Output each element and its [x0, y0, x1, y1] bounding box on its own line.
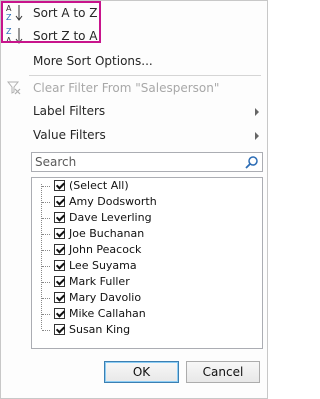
menu-separator: [29, 75, 261, 76]
label-filters-label: Label Filters: [33, 104, 106, 118]
checklist-item-label: Lee Suyama: [69, 259, 137, 272]
checklist-item-label: Mike Callahan: [69, 307, 146, 320]
checklist-item-label: Mary Davolio: [69, 291, 142, 304]
search-icon: [245, 156, 258, 169]
filter-dropdown-menu: A Z Sort A to Z Z A Sort Z to A More Sor…: [0, 0, 268, 399]
sort-descending-icon: Z A: [6, 27, 23, 45]
checklist-item-label: Mark Fuller: [69, 275, 130, 288]
checkbox-checked[interactable]: [54, 228, 65, 239]
search-input[interactable]: [31, 152, 263, 172]
more-sort-options-label: More Sort Options...: [33, 54, 153, 68]
sort-z-to-a-item[interactable]: Z A Sort Z to A: [1, 25, 267, 47]
checklist-item-label: Dave Leverling: [69, 211, 152, 224]
clear-filter-label: Clear Filter From "Salesperson": [33, 81, 220, 95]
sort-a-to-z-label: Sort A to Z: [33, 6, 98, 20]
svg-text:Z: Z: [6, 13, 12, 22]
svg-text:Z: Z: [6, 27, 12, 36]
sort-ascending-icon: A Z: [6, 4, 23, 22]
checklist-item-label: Susan King: [69, 323, 131, 336]
checkbox-checked[interactable]: [54, 324, 65, 335]
more-sort-options-item[interactable]: More Sort Options...: [1, 50, 267, 72]
checkbox-checked[interactable]: [54, 196, 65, 207]
checklist-item[interactable]: Lee Suyama: [41, 258, 241, 274]
checklist-item[interactable]: Amy Dodsworth: [41, 194, 241, 210]
clear-filter-item: Clear Filter From "Salesperson": [1, 77, 267, 99]
checklist-item[interactable]: Joe Buchanan: [41, 226, 241, 242]
checklist-item-label: John Peacock: [69, 243, 142, 256]
checklist-item[interactable]: Mike Callahan: [41, 306, 241, 322]
checklist-item[interactable]: John Peacock: [41, 242, 241, 258]
ok-button[interactable]: OK: [104, 361, 179, 383]
sort-a-to-z-item[interactable]: A Z Sort A to Z: [1, 2, 267, 24]
sort-z-to-a-label: Sort Z to A: [33, 29, 98, 43]
checkbox-checked[interactable]: [54, 244, 65, 255]
label-filters-item[interactable]: Label Filters: [1, 100, 267, 122]
checkbox-checked[interactable]: [54, 276, 65, 287]
checkbox-checked[interactable]: [54, 292, 65, 303]
cancel-button[interactable]: Cancel: [186, 361, 260, 383]
checklist-item-select-all[interactable]: (Select All): [41, 178, 241, 194]
checklist-item-label: (Select All): [69, 179, 129, 192]
submenu-arrow-icon: [255, 132, 259, 140]
checklist-item-label: Joe Buchanan: [69, 227, 145, 240]
checklist-item[interactable]: Mark Fuller: [41, 274, 241, 290]
checkbox-checked[interactable]: [54, 260, 65, 271]
value-filters-item[interactable]: Value Filters: [1, 124, 267, 146]
value-filters-label: Value Filters: [33, 128, 106, 142]
checklist-item[interactable]: Dave Leverling: [41, 210, 241, 226]
submenu-arrow-icon: [255, 108, 259, 116]
clear-filter-icon: [7, 81, 21, 95]
checklist-item[interactable]: Susan King: [41, 322, 241, 338]
checkbox-checked[interactable]: [54, 212, 65, 223]
svg-text:A: A: [6, 4, 12, 13]
checklist-item-label: Amy Dodsworth: [69, 195, 157, 208]
checkbox-checked[interactable]: [54, 180, 65, 191]
checklist-item[interactable]: Mary Davolio: [41, 290, 241, 306]
svg-text:A: A: [6, 36, 12, 45]
checkbox-checked[interactable]: [54, 308, 65, 319]
